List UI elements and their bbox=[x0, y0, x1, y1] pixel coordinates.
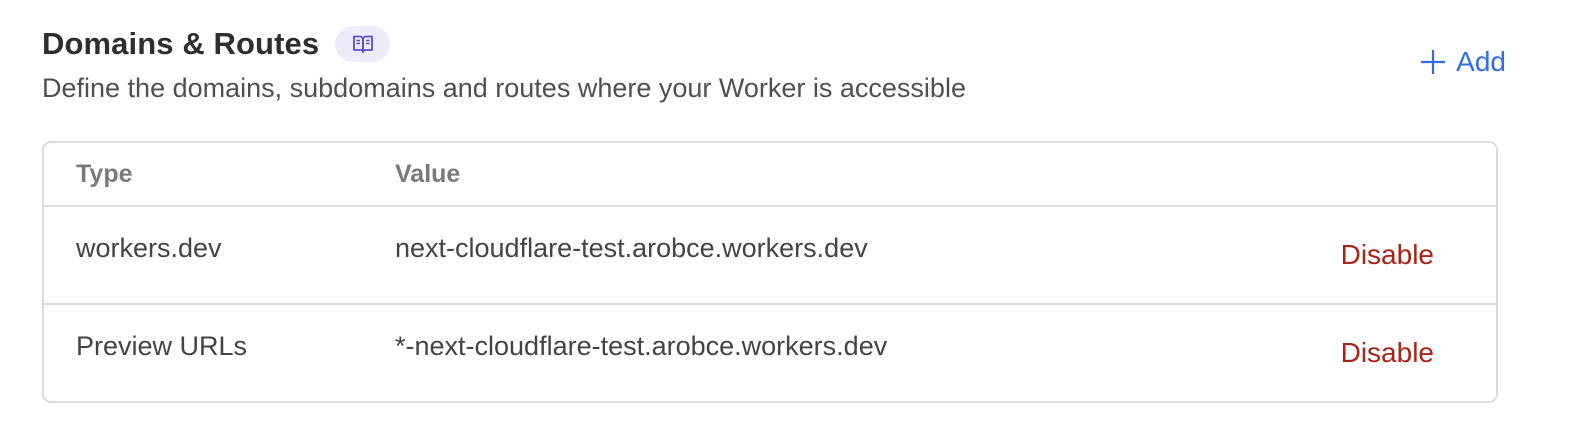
table-row: Preview URLs *-next-cloudflare-test.arob… bbox=[44, 305, 1496, 401]
section-description: Define the domains, subdomains and route… bbox=[42, 73, 966, 103]
section-header: Domains & Routes Define the domains, sub… bbox=[42, 22, 1552, 112]
title-row: Domains & Routes bbox=[42, 22, 1552, 66]
plus-icon bbox=[1420, 49, 1446, 75]
column-header-type: Type bbox=[76, 159, 133, 188]
route-value: *-next-cloudflare-test.arobce.workers.de… bbox=[395, 331, 888, 361]
disable-workers-dev-button[interactable]: Disable bbox=[1341, 239, 1434, 271]
table-header-row: Type Value bbox=[44, 143, 1496, 207]
table-row: workers.dev next-cloudflare-test.arobce.… bbox=[44, 207, 1496, 305]
add-route-button[interactable]: Add bbox=[1420, 42, 1506, 82]
column-header-value: Value bbox=[395, 159, 461, 188]
route-type: Preview URLs bbox=[76, 331, 248, 361]
documentation-button[interactable] bbox=[335, 26, 391, 62]
routes-table: Type Value workers.dev next-cloudflare-t… bbox=[42, 141, 1498, 403]
route-type: workers.dev bbox=[76, 233, 222, 263]
book-open-icon bbox=[352, 34, 374, 54]
section-title: Domains & Routes bbox=[42, 26, 320, 61]
route-value: next-cloudflare-test.arobce.workers.dev bbox=[395, 233, 868, 263]
disable-preview-urls-button[interactable]: Disable bbox=[1341, 337, 1434, 369]
add-button-label: Add bbox=[1456, 46, 1506, 77]
